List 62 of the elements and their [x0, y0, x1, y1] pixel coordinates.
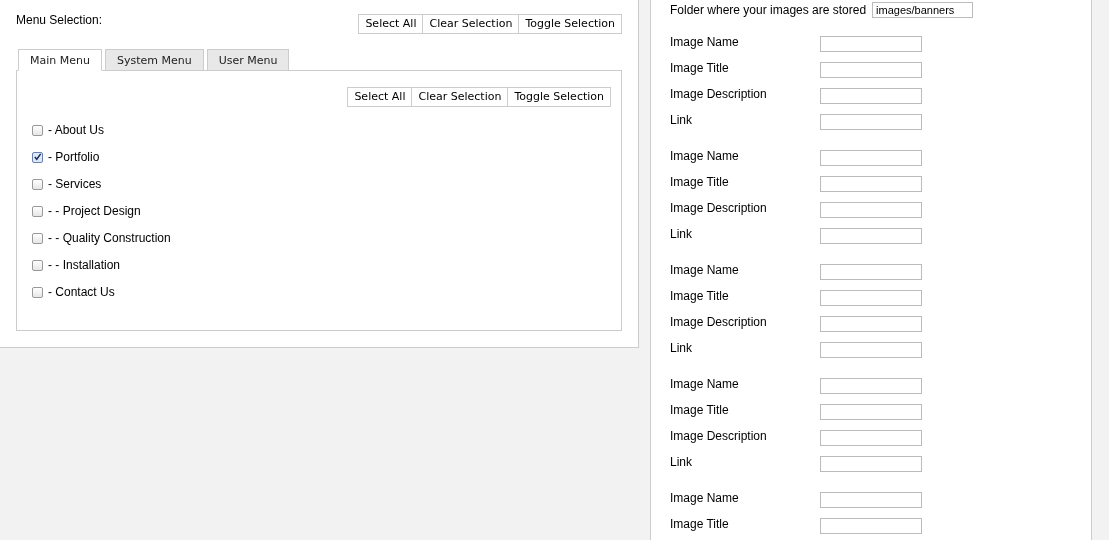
input-field[interactable] — [820, 36, 922, 52]
field-label: Image Description — [670, 429, 768, 443]
menu-item-label: - Services — [48, 177, 102, 191]
menu-item-label: - - Project Design — [48, 204, 141, 218]
input-field[interactable] — [820, 404, 922, 420]
input-field[interactable] — [820, 150, 922, 166]
menu-item-label: - - Quality Construction — [48, 231, 171, 245]
menu-item-label: - - Installation — [48, 258, 121, 272]
selection-button[interactable]: Clear Selection — [423, 14, 520, 34]
menu-tab[interactable]: Main Menu — [18, 49, 102, 71]
checkbox[interactable] — [32, 205, 43, 217]
checkbox[interactable] — [32, 124, 43, 136]
selection-button[interactable]: Select All — [347, 87, 413, 107]
menu-item-label: - About Us — [48, 123, 105, 137]
menu-item-label: - Contact Us — [48, 285, 115, 299]
input-field[interactable] — [820, 202, 922, 218]
field-label: Link — [670, 113, 693, 127]
input-field[interactable] — [820, 456, 922, 472]
input-field[interactable] — [820, 492, 922, 508]
input-field[interactable] — [820, 378, 922, 394]
input-field[interactable] — [820, 176, 922, 192]
field-label: Link — [670, 227, 693, 241]
menu-tab[interactable]: System Menu — [104, 49, 204, 71]
menu-item-label: - Portfolio — [48, 150, 100, 164]
field-label: Image Name — [670, 149, 740, 163]
input-field[interactable] — [820, 88, 922, 104]
folder-label: Folder where your images are stored — [670, 3, 867, 17]
input-field[interactable] — [820, 518, 922, 534]
field-label: Image Name — [670, 491, 740, 505]
field-label: Image Description — [670, 315, 768, 329]
selection-button[interactable]: Toggle Selection — [519, 14, 622, 34]
field-label: Image Description — [670, 201, 768, 215]
field-label: Image Name — [670, 35, 740, 49]
input-field[interactable] — [820, 430, 922, 446]
checkbox[interactable] — [32, 178, 43, 190]
checkbox[interactable] — [32, 259, 43, 271]
checkbox[interactable] — [32, 232, 43, 244]
folder-field[interactable]: images/banners — [872, 2, 974, 18]
field-label: Image Title — [670, 289, 730, 303]
selection-button[interactable]: Toggle Selection — [508, 87, 611, 107]
field-label: Link — [670, 341, 693, 355]
field-label: Image Title — [670, 517, 730, 531]
menu-selection-label: Menu Selection: — [16, 13, 103, 27]
field-label: Image Title — [670, 403, 730, 417]
checkbox[interactable] — [32, 151, 43, 163]
field-label: Image Title — [670, 175, 730, 189]
selection-button[interactable]: Select All — [358, 14, 424, 34]
input-field[interactable] — [820, 316, 922, 332]
input-field[interactable] — [820, 290, 922, 306]
input-field[interactable] — [820, 342, 922, 358]
menu-tab[interactable]: User Menu — [206, 49, 290, 71]
field-label: Image Name — [670, 377, 740, 391]
selection-button[interactable]: Clear Selection — [412, 87, 509, 107]
input-field[interactable] — [820, 114, 922, 130]
input-field[interactable] — [820, 264, 922, 280]
checkbox[interactable] — [32, 286, 43, 298]
input-field[interactable] — [820, 62, 922, 78]
field-label: Link — [670, 455, 693, 469]
field-label: Image Name — [670, 263, 740, 277]
field-label: Image Title — [670, 61, 730, 75]
input-field[interactable] — [820, 228, 922, 244]
field-label: Image Description — [670, 87, 768, 101]
